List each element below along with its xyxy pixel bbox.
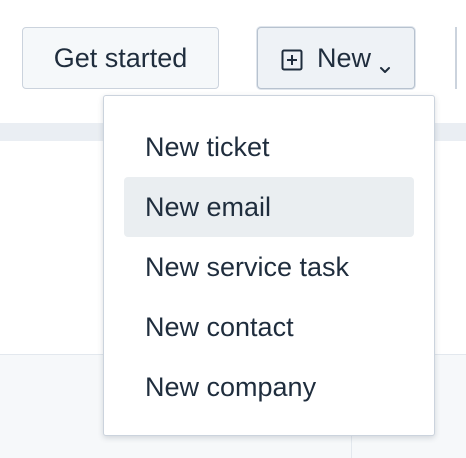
new-dropdown-menu: New ticket New email New service task Ne… bbox=[103, 95, 435, 436]
menu-item-new-email[interactable]: New email bbox=[124, 177, 414, 237]
menu-item-new-ticket[interactable]: New ticket bbox=[124, 117, 414, 177]
menu-item-new-service-task[interactable]: New service task bbox=[124, 237, 414, 297]
menu-item-label: New ticket bbox=[145, 131, 270, 162]
menu-item-new-company[interactable]: New company bbox=[124, 357, 414, 417]
menu-item-label: New email bbox=[145, 191, 272, 222]
get-started-button[interactable]: Get started bbox=[22, 27, 219, 89]
partial-toolbar-button[interactable] bbox=[455, 27, 457, 89]
menu-item-label: New service task bbox=[145, 251, 350, 282]
new-button[interactable]: New bbox=[257, 27, 415, 89]
plus-square-icon bbox=[281, 47, 303, 71]
menu-item-new-contact[interactable]: New contact bbox=[124, 297, 414, 357]
chevron-down-icon bbox=[379, 52, 391, 73]
new-button-label: New bbox=[316, 42, 371, 73]
get-started-label: Get started bbox=[53, 42, 188, 73]
menu-item-label: New contact bbox=[145, 311, 294, 342]
menu-item-label: New company bbox=[145, 371, 317, 402]
page: Get started New New ticket New email New… bbox=[0, 0, 466, 458]
